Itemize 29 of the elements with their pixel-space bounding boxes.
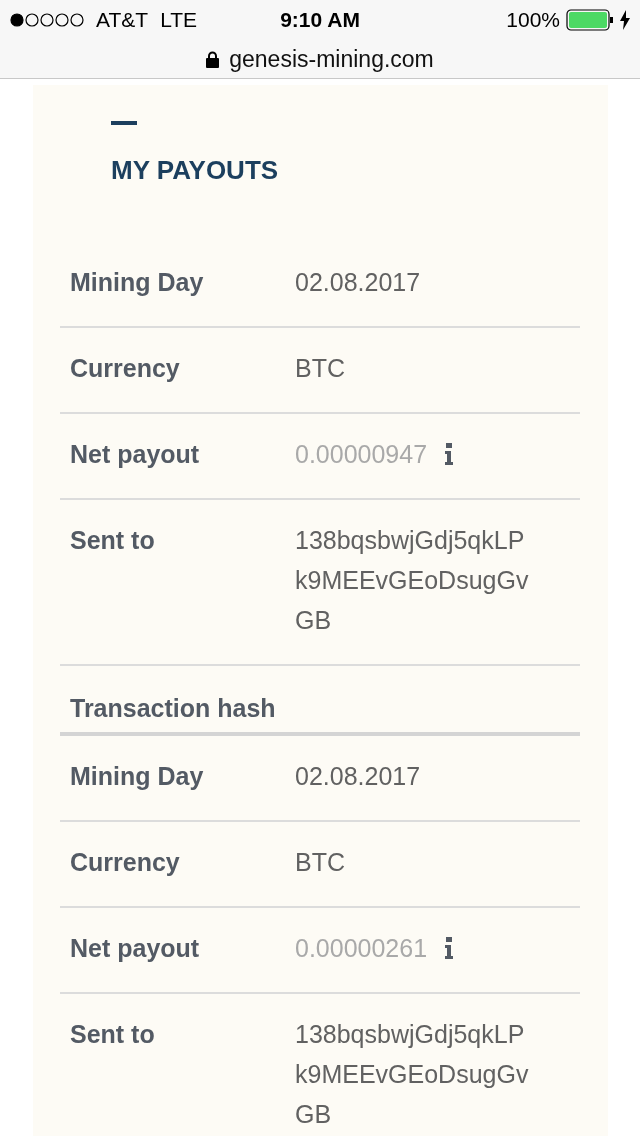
field-label: Sent to [70,525,156,556]
field-value: BTC [295,847,346,878]
payout-amount: 0.00000947 [295,439,428,470]
page-url[interactable]: genesis-mining.com [229,45,434,73]
wallet-address: 138bqsbwjGdj5qkLPk9MEEvGEoDsugGvGB [295,525,530,636]
field-label: Mining Day [70,267,205,298]
info-icon[interactable] [445,937,454,959]
field-label: Sent to [70,1019,156,1050]
network-type: LTE [160,8,198,32]
battery-percent: 100% [506,8,560,32]
field-value: BTC [295,353,346,384]
signal-icon [10,13,84,27]
transaction-hash-label: Transaction hash [70,694,276,722]
field-label: Net payout [70,439,201,470]
payout-amount: 0.00000261 [295,933,428,964]
field-label: Mining Day [70,761,205,792]
field-label: Currency [70,847,181,878]
field-value: 02.08.2017 [295,267,422,298]
charging-icon [620,10,630,30]
field-label: Net payout [70,933,201,964]
section-title: MY PAYOUTS [111,155,280,186]
clock-time: 9:10 AM [280,8,360,32]
field-value: 02.08.2017 [295,761,422,792]
info-icon[interactable] [445,443,454,465]
field-label: Currency [70,353,181,384]
wallet-address: 138bqsbwjGdj5qkLPk9MEEvGEoDsugGvGB [295,1019,530,1130]
battery-icon [566,9,614,31]
title-accent [111,121,137,125]
carrier-name: AT&T [96,8,149,32]
